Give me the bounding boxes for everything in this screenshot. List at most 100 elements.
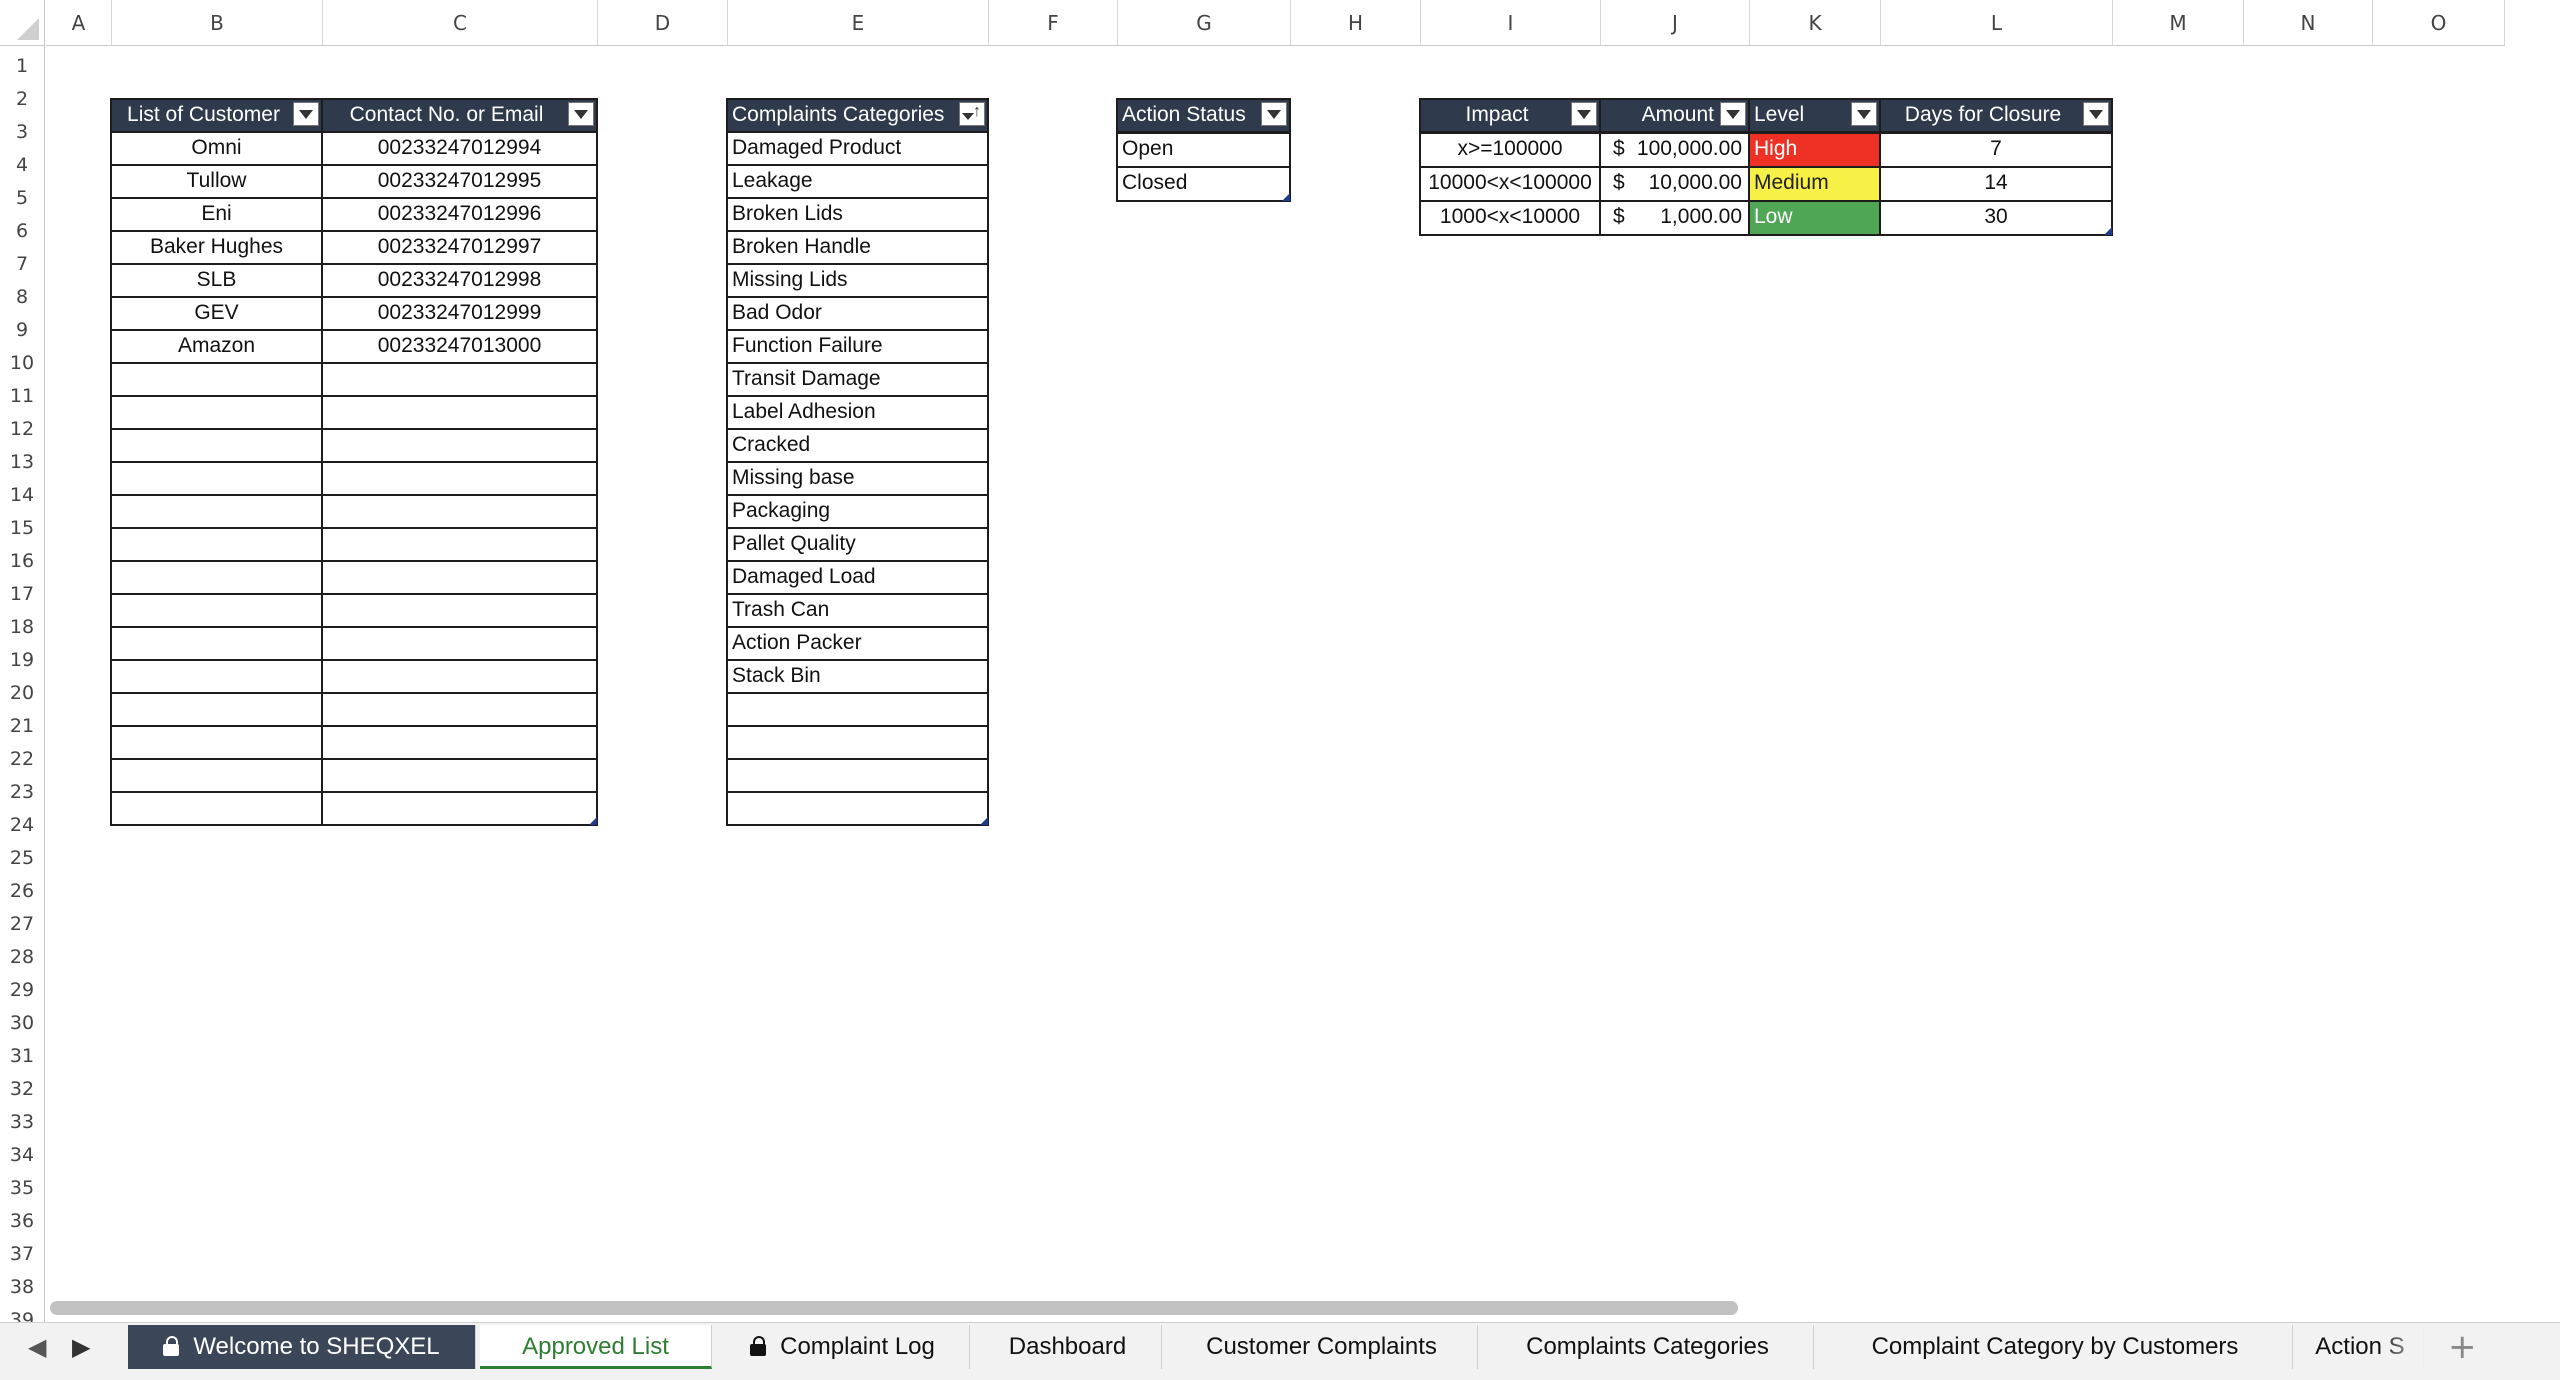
row-header-2[interactable]: 2 bbox=[0, 79, 45, 112]
row-header-32[interactable]: 32 bbox=[0, 1069, 45, 1102]
action-status-cell[interactable]: Open bbox=[1116, 132, 1291, 168]
horizontal-scrollbar[interactable] bbox=[50, 1301, 1738, 1315]
category-cell[interactable]: Cracked bbox=[726, 428, 989, 463]
level-header[interactable]: Level bbox=[1748, 98, 1881, 133]
customer-name-cell[interactable]: Amazon bbox=[110, 329, 323, 364]
level-cell[interactable]: Low bbox=[1748, 200, 1881, 236]
category-cell[interactable]: Bad Odor bbox=[726, 296, 989, 331]
category-cell[interactable] bbox=[726, 725, 989, 760]
category-cell[interactable]: Label Adhesion bbox=[726, 395, 989, 430]
row-header-25[interactable]: 25 bbox=[0, 838, 45, 871]
complaints-categories-header[interactable]: Complaints Categories ↑ bbox=[726, 98, 989, 133]
tab-scroll-right-icon[interactable]: ▶ bbox=[72, 1333, 90, 1361]
customer-list-header[interactable]: List of Customer bbox=[110, 98, 323, 133]
customer-contact-cell[interactable] bbox=[321, 725, 598, 760]
filter-dropdown-icon[interactable] bbox=[1571, 102, 1597, 126]
customer-name-cell[interactable] bbox=[110, 758, 323, 793]
customer-name-cell[interactable]: GEV bbox=[110, 296, 323, 331]
row-header-34[interactable]: 34 bbox=[0, 1135, 45, 1168]
row-header-30[interactable]: 30 bbox=[0, 1003, 45, 1036]
filter-dropdown-icon[interactable] bbox=[1851, 102, 1877, 126]
row-header-7[interactable]: 7 bbox=[0, 244, 45, 277]
category-cell[interactable]: Broken Lids bbox=[726, 197, 989, 232]
customer-contact-cell[interactable] bbox=[321, 428, 598, 463]
days-for-closure-cell[interactable]: 7 bbox=[1879, 132, 2113, 168]
row-header-18[interactable]: 18 bbox=[0, 607, 45, 640]
row-header-4[interactable]: 4 bbox=[0, 145, 45, 178]
customer-contact-cell[interactable]: 00233247013000 bbox=[321, 329, 598, 364]
sheet-tab-approved-list[interactable]: Approved List bbox=[480, 1325, 712, 1369]
category-cell[interactable]: Leakage bbox=[726, 164, 989, 199]
category-cell[interactable]: Missing Lids bbox=[726, 263, 989, 298]
days-for-closure-cell[interactable]: 30 bbox=[1879, 200, 2113, 236]
contact-header[interactable]: Contact No. or Email bbox=[321, 98, 598, 133]
row-header-14[interactable]: 14 bbox=[0, 475, 45, 508]
customer-contact-cell[interactable]: 00233247012999 bbox=[321, 296, 598, 331]
customer-contact-cell[interactable] bbox=[321, 560, 598, 595]
row-header-35[interactable]: 35 bbox=[0, 1168, 45, 1201]
customer-name-cell[interactable]: Omni bbox=[110, 131, 323, 166]
customer-name-cell[interactable] bbox=[110, 461, 323, 496]
category-cell[interactable]: Transit Damage bbox=[726, 362, 989, 397]
category-cell[interactable]: Missing base bbox=[726, 461, 989, 496]
row-header-23[interactable]: 23 bbox=[0, 772, 45, 805]
row-header-31[interactable]: 31 bbox=[0, 1036, 45, 1069]
row-header-9[interactable]: 9 bbox=[0, 310, 45, 343]
column-header-o[interactable]: O bbox=[2373, 0, 2505, 46]
level-cell[interactable]: High bbox=[1748, 132, 1881, 168]
category-cell[interactable] bbox=[726, 692, 989, 727]
category-cell[interactable]: Stack Bin bbox=[726, 659, 989, 694]
row-header-36[interactable]: 36 bbox=[0, 1201, 45, 1234]
customer-contact-cell[interactable]: 00233247012994 bbox=[321, 131, 598, 166]
customer-name-cell[interactable] bbox=[110, 362, 323, 397]
category-cell[interactable]: Damaged Load bbox=[726, 560, 989, 595]
customer-name-cell[interactable] bbox=[110, 560, 323, 595]
column-header-l[interactable]: L bbox=[1881, 0, 2113, 46]
customer-name-cell[interactable]: Tullow bbox=[110, 164, 323, 199]
amount-cell[interactable]: $1,000.00 bbox=[1599, 200, 1750, 236]
sheet-tab-complaints-categories[interactable]: Complaints Categories bbox=[1482, 1325, 1814, 1369]
column-header-h[interactable]: H bbox=[1291, 0, 1421, 46]
customer-name-cell[interactable]: SLB bbox=[110, 263, 323, 298]
column-header-a[interactable]: A bbox=[46, 0, 112, 46]
days-for-closure-header[interactable]: Days for Closure bbox=[1879, 98, 2113, 133]
filter-dropdown-icon[interactable] bbox=[2083, 102, 2109, 126]
customer-contact-cell[interactable]: 00233247012997 bbox=[321, 230, 598, 265]
column-header-f[interactable]: F bbox=[989, 0, 1118, 46]
column-header-d[interactable]: D bbox=[598, 0, 728, 46]
customer-contact-cell[interactable] bbox=[321, 527, 598, 562]
impact-cell[interactable]: x>=100000 bbox=[1419, 132, 1601, 168]
sheet-tab-customer-complaints[interactable]: Customer Complaints bbox=[1166, 1325, 1478, 1369]
row-header-38[interactable]: 38 bbox=[0, 1267, 45, 1300]
table-resize-handle[interactable] bbox=[980, 817, 988, 825]
column-header-e[interactable]: E bbox=[728, 0, 989, 46]
table-resize-handle[interactable] bbox=[2104, 227, 2112, 235]
impact-cell[interactable]: 10000<x<100000 bbox=[1419, 166, 1601, 202]
category-cell[interactable]: Action Packer bbox=[726, 626, 989, 661]
row-header-8[interactable]: 8 bbox=[0, 277, 45, 310]
customer-name-cell[interactable]: Baker Hughes bbox=[110, 230, 323, 265]
row-header-26[interactable]: 26 bbox=[0, 871, 45, 904]
customer-contact-cell[interactable] bbox=[321, 758, 598, 793]
row-header-24[interactable]: 24 bbox=[0, 805, 45, 838]
row-header-6[interactable]: 6 bbox=[0, 211, 45, 244]
category-cell[interactable]: Trash Can bbox=[726, 593, 989, 628]
customer-name-cell[interactable] bbox=[110, 659, 323, 694]
amount-cell[interactable]: $100,000.00 bbox=[1599, 132, 1750, 168]
row-header-15[interactable]: 15 bbox=[0, 508, 45, 541]
filter-dropdown-icon[interactable]: ↑ bbox=[959, 102, 985, 126]
row-header-19[interactable]: 19 bbox=[0, 640, 45, 673]
column-header-m[interactable]: M bbox=[2113, 0, 2244, 46]
row-header-28[interactable]: 28 bbox=[0, 937, 45, 970]
customer-contact-cell[interactable]: 00233247012998 bbox=[321, 263, 598, 298]
customer-name-cell[interactable] bbox=[110, 395, 323, 430]
customer-name-cell[interactable] bbox=[110, 428, 323, 463]
customer-contact-cell[interactable] bbox=[321, 791, 598, 826]
row-header-33[interactable]: 33 bbox=[0, 1102, 45, 1135]
column-header-j[interactable]: J bbox=[1601, 0, 1750, 46]
category-cell[interactable]: Function Failure bbox=[726, 329, 989, 364]
row-header-11[interactable]: 11 bbox=[0, 376, 45, 409]
column-header-i[interactable]: I bbox=[1421, 0, 1601, 46]
column-header-k[interactable]: K bbox=[1750, 0, 1881, 46]
row-header-21[interactable]: 21 bbox=[0, 706, 45, 739]
